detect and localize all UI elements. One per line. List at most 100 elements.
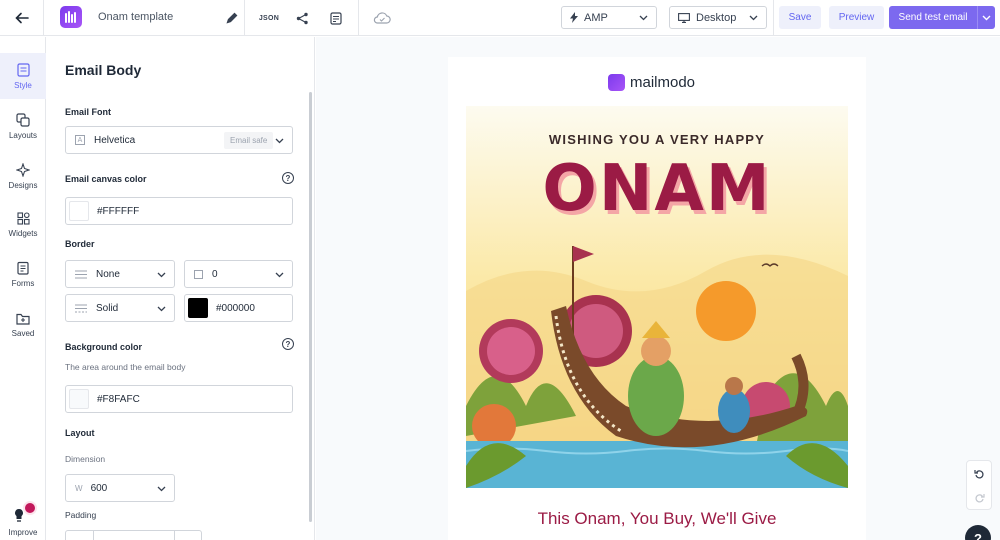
panel-title: Email Body — [65, 62, 142, 78]
device-select[interactable]: Desktop — [669, 6, 767, 29]
padding-stepper[interactable] — [65, 530, 202, 540]
rail-label-designs: Designs — [8, 180, 38, 190]
cloud-icon — [373, 12, 391, 24]
monitor-icon — [678, 12, 690, 23]
redo-icon[interactable] — [974, 492, 985, 503]
canvas-color-swatch[interactable] — [69, 201, 89, 221]
send-options-dropdown[interactable] — [977, 6, 995, 29]
padding-label: Padding — [65, 510, 97, 520]
template-name[interactable]: Onam template — [98, 11, 173, 23]
rail-label-style: Style — [14, 80, 32, 90]
canvas-color-value[interactable]: #FFFFFF — [97, 206, 139, 217]
background-color-hint: The area around the email body — [65, 362, 186, 372]
dimension-value: 600 — [90, 482, 108, 494]
email-brand[interactable]: mailmodo — [608, 74, 695, 91]
chevron-down-icon — [749, 15, 758, 21]
rail-label-saved: Saved — [11, 328, 35, 338]
forms-icon — [17, 261, 29, 275]
rail-item-widgets[interactable]: Widgets — [0, 202, 46, 248]
rail-item-saved[interactable]: Saved — [0, 302, 46, 348]
layout-label: Layout — [65, 428, 95, 438]
rail-item-designs[interactable]: Designs — [0, 153, 46, 199]
format-select-value: AMP — [584, 11, 608, 24]
hero-title: ONAM — [542, 152, 772, 226]
rail-item-improve[interactable]: Improve — [0, 498, 46, 540]
email-safe-badge: Email safe — [224, 132, 274, 149]
background-color-swatch[interactable] — [69, 389, 89, 409]
border-color-swatch[interactable] — [188, 298, 208, 318]
border-style-value: None — [96, 268, 120, 280]
email-body[interactable]: mailmodo WISHING YOU A VERY HAPPY ONAM T… — [448, 57, 866, 540]
border-lines-icon — [75, 270, 87, 278]
rail-label-layouts: Layouts — [8, 130, 38, 140]
background-color-field[interactable]: #F8FAFC — [65, 385, 293, 413]
share-button[interactable] — [291, 7, 313, 29]
share-icon — [296, 12, 308, 24]
json-label: JSON — [258, 14, 280, 22]
background-color-label: Background color — [65, 342, 143, 352]
undo-icon[interactable] — [973, 468, 985, 479]
checklist-icon — [330, 11, 342, 25]
border-color-value[interactable]: #000000 — [216, 303, 255, 314]
rail-item-layouts[interactable]: Layouts — [0, 103, 46, 149]
hero-greeting: WISHING YOU A VERY HAPPY — [548, 132, 766, 147]
hero-image[interactable]: WISHING YOU A VERY HAPPY ONAM — [466, 106, 848, 488]
chevron-down-icon — [157, 272, 166, 278]
save-button[interactable]: Save — [779, 6, 821, 29]
pencil-icon — [226, 12, 238, 24]
mailmodo-logo-icon — [608, 74, 625, 91]
notification-badge — [23, 500, 37, 515]
mailmodo-logo-icon — [65, 11, 76, 23]
background-color-value[interactable]: #F8FAFC — [97, 394, 140, 405]
style-icon — [16, 62, 30, 77]
help-icon[interactable]: ? — [282, 172, 294, 184]
help-icon[interactable]: ? — [282, 338, 294, 350]
json-button[interactable]: JSON — [258, 7, 280, 29]
rail-label-forms: Forms — [11, 278, 35, 288]
widgets-icon — [16, 212, 30, 225]
border-label: Border — [65, 239, 95, 249]
preview-button[interactable]: Preview — [829, 6, 884, 29]
dimension-select[interactable]: W 600 — [65, 474, 175, 502]
email-font-value: Helvetica — [94, 134, 136, 146]
rail-label-improve: Improve — [8, 527, 38, 537]
border-width-icon — [194, 269, 203, 279]
panel-scrollbar[interactable] — [309, 92, 312, 522]
canvas-color-field[interactable]: #FFFFFF — [65, 197, 293, 225]
chevron-down-icon — [275, 272, 284, 278]
border-line-value: Solid — [96, 302, 119, 314]
canvas-color-label: Email canvas color — [65, 174, 147, 184]
cloud-sync-status — [371, 7, 393, 29]
dimension-label: Dimension — [65, 454, 106, 464]
border-width-select[interactable]: 0 — [184, 260, 293, 288]
border-style-select[interactable]: None — [65, 260, 175, 288]
layouts-icon — [16, 112, 30, 127]
settings-panel: Email Body Email Font A Helvetica Email … — [47, 37, 315, 540]
top-bar: Onam template JSON AMP Desktop Save Prev… — [0, 0, 1000, 36]
email-font-select[interactable]: A Helvetica Email safe — [65, 126, 293, 154]
chevron-down-icon — [157, 306, 166, 312]
border-line-select[interactable]: Solid — [65, 294, 175, 322]
border-color-field[interactable]: #000000 — [184, 294, 293, 322]
brand-name: mailmodo — [630, 74, 696, 91]
email-headline[interactable]: This Onam, You Buy, We'll Give — [448, 509, 866, 529]
email-font-label: Email Font — [65, 107, 112, 117]
history-tools — [966, 460, 992, 510]
send-test-email-button[interactable]: Send test email — [889, 6, 977, 29]
rename-button[interactable] — [221, 7, 243, 29]
rail-item-forms[interactable]: Forms — [0, 251, 46, 297]
rail-label-widgets: Widgets — [8, 229, 38, 238]
padding-divider — [93, 531, 94, 540]
checklist-button[interactable] — [325, 7, 347, 29]
dimension-prefix: W — [75, 483, 83, 493]
border-width-value: 0 — [212, 268, 218, 280]
font-icon: A — [75, 135, 85, 145]
chevron-down-icon — [157, 486, 166, 492]
rail-item-style[interactable]: Style — [0, 53, 46, 99]
back-button[interactable] — [0, 0, 44, 36]
chevron-down-icon — [982, 15, 991, 21]
left-rail: Style Layouts Designs Widgets Forms Save… — [0, 37, 46, 540]
format-select[interactable]: AMP — [561, 6, 657, 29]
email-canvas: mailmodo WISHING YOU A VERY HAPPY ONAM T… — [316, 37, 1000, 540]
app-logo[interactable] — [60, 6, 82, 28]
